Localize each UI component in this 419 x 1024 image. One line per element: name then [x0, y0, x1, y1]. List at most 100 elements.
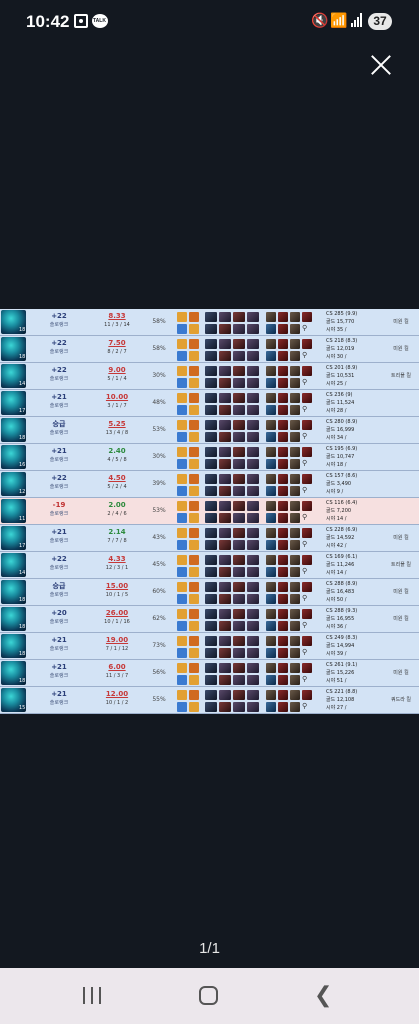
summoner-spells	[177, 339, 201, 361]
item-icon	[205, 474, 217, 484]
summoner-spell-icon	[177, 420, 187, 430]
close-icon[interactable]	[368, 52, 394, 78]
item-icon	[247, 474, 259, 484]
item-icon	[205, 459, 217, 469]
cs-cell: CS 218 (8.3) 골드 12,019 시야 30 /	[326, 336, 386, 367]
lp-cell: +21 솔로랭크	[28, 444, 90, 470]
item-icon	[233, 675, 245, 685]
champion-icon: 18	[1, 310, 26, 334]
match-row: 18 +20 솔로랭크 26.00 10 / 1 / 16 62% ⚲ CS 288 (9.3…	[0, 606, 419, 637]
gold-stat: 골드 3,490	[326, 481, 352, 487]
item-icon	[205, 594, 217, 604]
vision-label: 시야 14 /	[326, 516, 347, 522]
match-history-image[interactable]: 18 +22 솔로랭크 8.33 11 / 3 / 14 58% ⚲ CS 285 (9.9)…	[0, 309, 419, 714]
champion-level: 18	[19, 678, 26, 684]
item-icon	[247, 621, 259, 631]
gold-stat: 골드 11,246	[326, 562, 355, 568]
summoner-spell-icon	[189, 501, 199, 511]
item-icon	[266, 567, 276, 577]
item-icon	[233, 393, 245, 403]
cs-cell: CS 261 (9.1) 골드 15,226 시야 51 /	[326, 660, 386, 691]
item-icon	[219, 474, 231, 484]
item-icon	[278, 405, 288, 415]
lp-cell: +21 솔로랭크	[28, 687, 90, 713]
item-icon	[233, 636, 245, 646]
item-icon	[278, 324, 288, 334]
team-champions	[205, 393, 263, 415]
queue-type: 솔로랭크	[49, 511, 69, 517]
item-icon	[219, 648, 231, 658]
kill-participation: 48%	[152, 399, 166, 406]
cs-stat: CS 288 (9.3)	[326, 608, 358, 614]
item-icon	[266, 663, 276, 673]
search-icon: ⚲	[302, 594, 308, 602]
summoner-spell-icon	[189, 528, 199, 538]
multikill-tag: 미원 킬	[393, 589, 409, 595]
item-icon	[290, 486, 300, 496]
kda-cell: 7.50 8 / 2 / 7	[92, 336, 142, 362]
item-icon	[233, 540, 245, 550]
back-button[interactable]: ❮	[314, 985, 332, 1007]
cs-cell: CS 280 (8.9) 골드 16,999 시야 34 /	[326, 417, 386, 448]
item-icon	[205, 501, 217, 511]
item-icon	[290, 405, 300, 415]
summoner-spell-icon	[189, 339, 199, 349]
item-icon	[290, 378, 300, 388]
champion-icon: 11	[1, 499, 26, 523]
item-icon	[278, 675, 288, 685]
kda-ratio: 19.00	[105, 636, 129, 644]
item-icon	[266, 405, 276, 415]
team-champions	[205, 501, 263, 523]
summoner-spell-icon	[189, 351, 199, 361]
item-icon	[302, 663, 312, 673]
gold-stat: 골드 12,019	[326, 346, 355, 352]
item-icon	[278, 594, 288, 604]
queue-type: 솔로랭크	[49, 538, 69, 544]
vision-label: 시야 39 /	[326, 651, 347, 657]
summoner-spell-icon	[177, 555, 187, 565]
item-icon	[219, 351, 231, 361]
recents-button[interactable]	[83, 987, 101, 1004]
cs-cell: CS 201 (8.9) 골드 10,531 시야 25 /	[326, 363, 386, 394]
item-icon	[233, 459, 245, 469]
kda-ratio: 6.00	[108, 663, 126, 671]
home-button[interactable]	[199, 986, 218, 1005]
lp-cell: +21 솔로랭크	[28, 525, 90, 551]
team-champions	[205, 474, 263, 496]
item-icon	[290, 555, 300, 565]
kill-participation: 60%	[152, 588, 166, 595]
kda-cell: 2.14 7 / 7 / 8	[92, 525, 142, 551]
cs-cell: CS 285 (9.9) 골드 15,770 시야 35 /	[326, 309, 386, 340]
item-icon	[205, 339, 217, 349]
kda-ratio: 26.00	[105, 609, 129, 617]
kda-ratio: 7.50	[108, 339, 126, 347]
cs-cell: CS 195 (6.9) 골드 10,747 시야 18 /	[326, 444, 386, 475]
summoner-spell-icon	[189, 474, 199, 484]
item-icon	[266, 447, 276, 457]
search-icon: ⚲	[302, 540, 308, 548]
item-icon	[266, 621, 276, 631]
summoner-spells	[177, 582, 201, 604]
item-icon	[219, 447, 231, 457]
item-icon	[219, 675, 231, 685]
item-icon	[302, 366, 312, 376]
item-icon	[233, 567, 245, 577]
item-icon	[290, 393, 300, 403]
kill-participation: 39%	[152, 480, 166, 487]
item-icon	[266, 339, 276, 349]
queue-type: 솔로랭크	[49, 592, 69, 598]
item-icon	[290, 447, 300, 457]
item-icon	[205, 351, 217, 361]
champion-level: 18	[19, 327, 26, 333]
search-icon: ⚲	[302, 648, 308, 656]
lp-cell: +22 솔로랭크	[28, 471, 90, 497]
vision-label: 시야 36 /	[326, 624, 347, 630]
vision-label: 시야 35 /	[326, 327, 347, 333]
champion-icon: 17	[1, 526, 26, 550]
team-champions	[205, 339, 263, 361]
summoner-spell-icon	[177, 312, 187, 322]
gold-stat: 골드 16,483	[326, 589, 355, 595]
multikill-tag: 트리플 킬	[391, 562, 411, 568]
lp-change: +21	[51, 663, 67, 671]
vision-label: 시야 51 /	[326, 678, 347, 684]
